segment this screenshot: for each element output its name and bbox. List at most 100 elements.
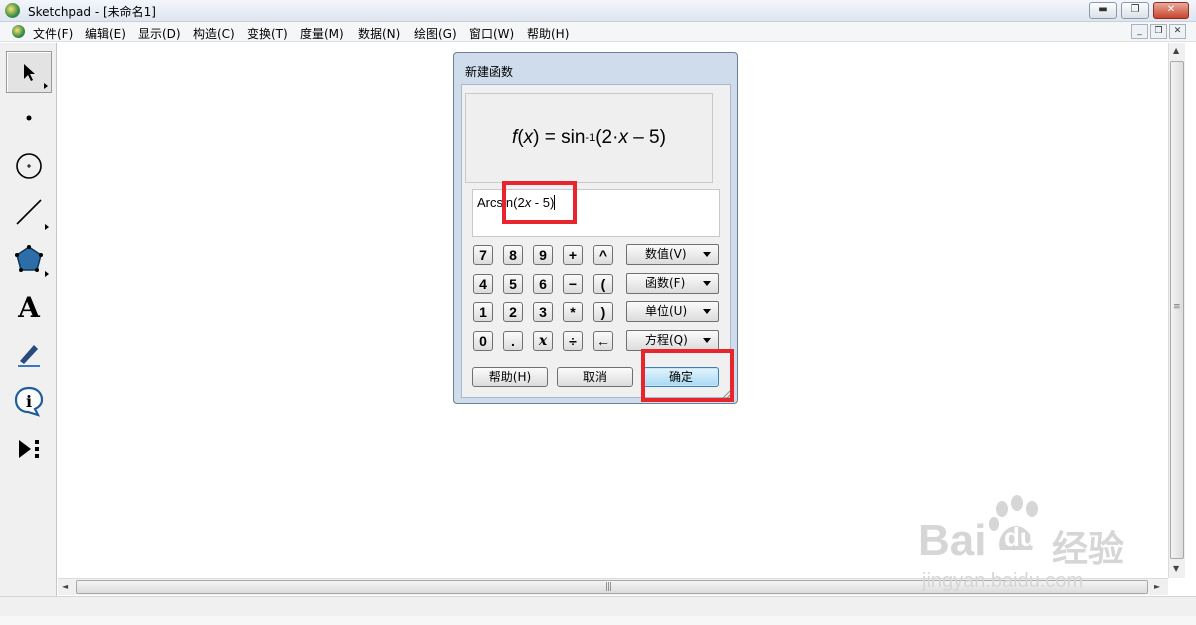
scroll-up-arrow[interactable]: ▲ (1173, 46, 1179, 55)
key-8[interactable]: 8 (503, 245, 523, 265)
watermark-brand-latin: Bai (918, 516, 987, 565)
scroll-grip-icon: ≡ (1173, 302, 1180, 312)
info-icon: i (14, 386, 44, 417)
information-tool[interactable]: i (6, 380, 52, 422)
menu-window[interactable]: 窗口(W) (469, 25, 514, 42)
scroll-right-arrow[interactable]: ► (1154, 582, 1160, 591)
chevron-down-icon (703, 252, 711, 257)
tool-menu-indicator (45, 271, 49, 277)
ok-button-highlight-box (641, 349, 734, 402)
custom-tool-icon (19, 440, 39, 458)
preview-argument-start: (2· (595, 127, 619, 148)
key-1[interactable]: 1 (473, 302, 493, 322)
marker-tool[interactable] (6, 333, 52, 375)
key-close-paren[interactable]: ) (593, 302, 613, 322)
preview-argument-variable: x (618, 127, 628, 148)
text-tool[interactable]: A (6, 286, 52, 328)
tool-menu-indicator (44, 83, 48, 89)
document-restore-button[interactable]: ❐ (1150, 24, 1167, 39)
marker-icon (18, 345, 40, 367)
key-minus[interactable]: − (563, 274, 583, 294)
key-2[interactable]: 2 (503, 302, 523, 322)
scroll-grip-icon: ||| (605, 582, 612, 592)
compass-tool[interactable] (6, 145, 52, 187)
values-dropdown[interactable]: 数值(V) (626, 244, 719, 265)
status-bar (0, 596, 1196, 616)
scroll-down-arrow[interactable]: ▼ (1173, 564, 1179, 573)
menu-measure[interactable]: 度量(M) (300, 25, 344, 42)
preview-variable: x (523, 127, 534, 148)
tool-menu-indicator (45, 224, 49, 230)
document-close-button[interactable]: ✕ (1169, 24, 1186, 39)
help-button[interactable]: 帮助(H) (472, 367, 548, 387)
equations-dropdown-label: 方程(Q) (645, 333, 688, 347)
baidu-jingyan-watermark: Bai du 经验 jingyan.baidu.com (918, 492, 1133, 592)
dialog-title: 新建函数 (465, 65, 514, 79)
key-decimal[interactable]: . (503, 331, 523, 351)
menu-construct[interactable]: 构造(C) (193, 25, 235, 42)
circle-icon (16, 153, 42, 179)
vertical-scroll-thumb[interactable]: ≡ (1170, 61, 1184, 559)
menu-transform[interactable]: 变换(T) (247, 25, 288, 42)
sketchpad-app-icon (5, 3, 20, 18)
scroll-left-arrow[interactable]: ◄ (62, 582, 68, 591)
key-3[interactable]: 3 (533, 302, 553, 322)
chevron-down-icon (703, 338, 711, 343)
key-divide[interactable]: ÷ (563, 331, 583, 351)
key-9[interactable]: 9 (533, 245, 553, 265)
units-dropdown-label: 单位(U) (645, 304, 688, 318)
preview-inverse-exponent: -1 (585, 132, 596, 144)
point-tool[interactable] (6, 97, 52, 139)
key-7[interactable]: 7 (473, 245, 493, 265)
key-x-variable[interactable]: x (533, 331, 553, 351)
key-0[interactable]: 0 (473, 331, 493, 351)
line-icon (16, 199, 42, 225)
key-4[interactable]: 4 (473, 274, 493, 294)
expression-highlight-box (502, 181, 577, 224)
minimize-button[interactable]: ▬ (1089, 2, 1117, 19)
chevron-down-icon (703, 281, 711, 286)
vertical-scrollbar[interactable]: ▲ ≡ ▼ (1168, 43, 1185, 578)
window-title: Sketchpad - [未命名1] (28, 5, 156, 19)
arrow-icon (24, 64, 35, 81)
function-preview: f (x) = sin -1 (2· x – 5) (465, 93, 713, 183)
watermark-brand-du: du (1004, 522, 1036, 552)
close-button[interactable]: ✕ (1153, 2, 1189, 19)
key-5[interactable]: 5 (503, 274, 523, 294)
functions-dropdown-label: 函数(F) (645, 276, 686, 290)
custom-tool[interactable] (6, 428, 52, 470)
cancel-button[interactable]: 取消 (557, 367, 633, 387)
document-minimize-button[interactable]: _ (1131, 24, 1148, 39)
toolbox: A i (0, 43, 57, 596)
text-icon: A (18, 290, 40, 324)
menu-edit[interactable]: 编辑(E) (85, 25, 126, 42)
arrow-tool[interactable] (6, 51, 52, 93)
svg-text:i: i (26, 392, 32, 411)
watermark-brand-cn: 经验 (1052, 528, 1125, 569)
menu-graph[interactable]: 绘图(G) (414, 25, 457, 42)
chevron-down-icon (703, 309, 711, 314)
menu-bar: 文件(F) 编辑(E) 显示(D) 构造(C) 变换(T) 度量(M) 数据(N… (0, 22, 1196, 42)
menu-display[interactable]: 显示(D) (138, 25, 181, 42)
equations-dropdown[interactable]: 方程(Q) (626, 330, 719, 351)
functions-dropdown[interactable]: 函数(F) (626, 273, 719, 294)
maximize-button[interactable]: ❐ (1121, 2, 1149, 19)
title-bar: Sketchpad - [未命名1] ▬ ❐ ✕ (0, 0, 1196, 22)
preview-equals-sin: = sin (539, 127, 586, 148)
key-6[interactable]: 6 (533, 274, 553, 294)
key-power[interactable]: ^ (593, 245, 613, 265)
straightedge-tool[interactable] (6, 191, 52, 233)
document-icon[interactable] (12, 25, 25, 38)
key-multiply[interactable]: * (563, 302, 583, 322)
units-dropdown[interactable]: 单位(U) (626, 301, 719, 322)
polygon-tool[interactable] (6, 238, 52, 280)
pentagon-icon (15, 245, 43, 272)
menu-data[interactable]: 数据(N) (358, 25, 400, 42)
watermark-url: jingyan.baidu.com (922, 570, 1084, 592)
key-open-paren[interactable]: ( (593, 274, 613, 294)
preview-argument-end: – 5) (627, 127, 666, 148)
menu-file[interactable]: 文件(F) (33, 25, 73, 42)
key-plus[interactable]: + (563, 245, 583, 265)
menu-help[interactable]: 帮助(H) (527, 25, 569, 42)
key-backspace[interactable]: ← (593, 331, 613, 351)
